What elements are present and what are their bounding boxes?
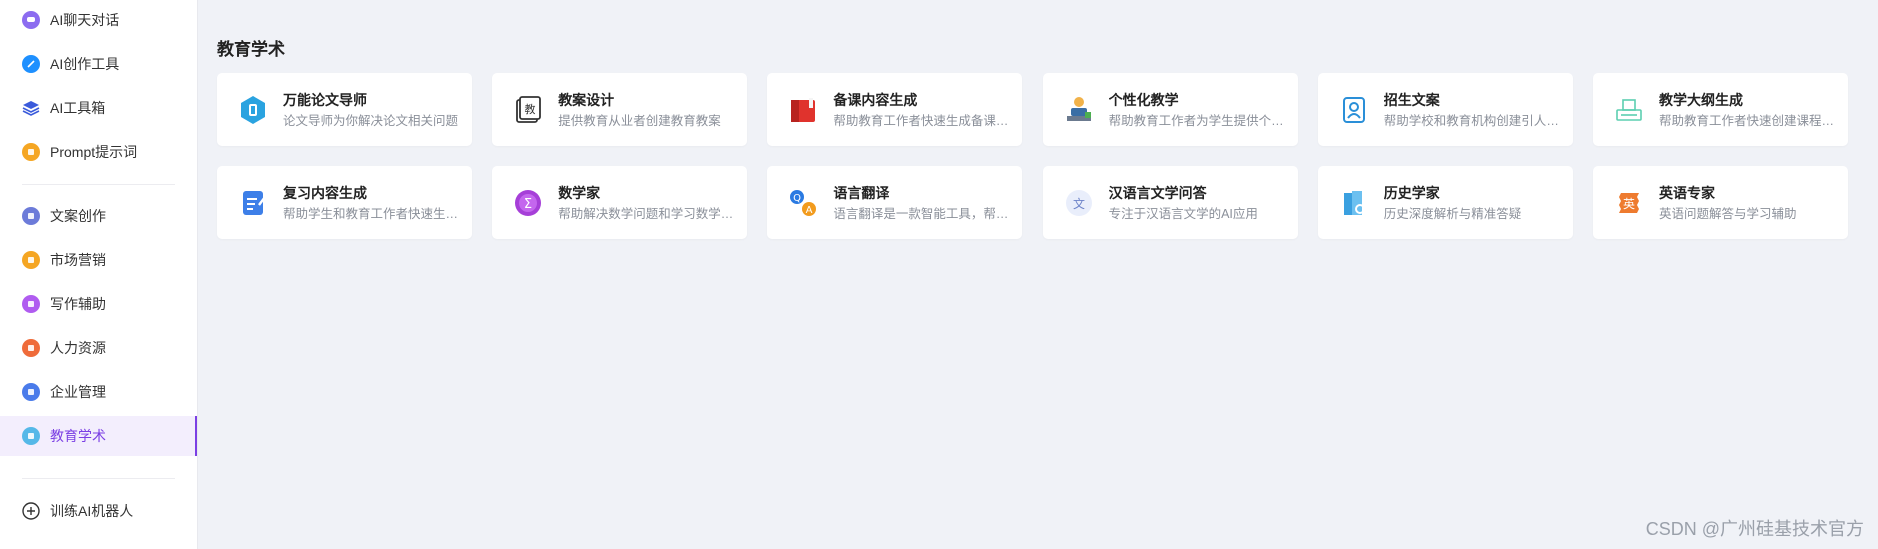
sidebar-divider: [22, 478, 175, 479]
app-card[interactable]: 个性化教学帮助教育工作者为学生提供个性化教学: [1042, 73, 1298, 146]
watermark: CSDN @广州硅基技术官方: [1645, 519, 1864, 539]
svg-text:A: A: [806, 205, 813, 216]
app-card-title: 个性化教学: [1108, 91, 1179, 108]
app-card-description: 语言翻译是一款智能工具，帮助翻译: [833, 206, 1013, 221]
sidebar-item-management[interactable]: 企业管理: [0, 372, 197, 412]
syllabus-icon: [1613, 94, 1645, 126]
app-card[interactable]: QA 语言翻译语言翻译是一款智能工具，帮助翻译: [767, 166, 1023, 239]
review-icon: [237, 187, 269, 219]
sidebar-item-label: 市场营销: [50, 252, 106, 268]
enrollment-icon: [1338, 94, 1370, 126]
app-card-title: 数学家: [558, 184, 601, 201]
sidebar-item-pen[interactable]: AI创作工具: [0, 44, 197, 84]
svg-text:Σ: Σ: [524, 197, 532, 212]
app-card-title: 备课内容生成: [833, 91, 918, 108]
sidebar-item-label: 教育学术: [50, 428, 106, 444]
app-card[interactable]: 万能论文导师论文导师为你解决论文相关问题: [217, 73, 472, 146]
history-icon: [1338, 187, 1370, 219]
sidebar-item-hr[interactable]: 人力资源: [0, 328, 197, 368]
sidebar-divider: [22, 184, 175, 185]
page-title: 教育学术: [217, 40, 285, 59]
lesson-prep-icon: [787, 94, 819, 126]
chinese-literature-icon: 文: [1063, 187, 1095, 219]
sidebar-item-chat[interactable]: AI聊天对话: [0, 0, 197, 40]
app-card-title: 语言翻译: [833, 184, 890, 201]
app-card-description: 论文导师为你解决论文相关问题: [283, 113, 459, 128]
sidebar-item-prompt[interactable]: Prompt提示词: [0, 132, 197, 172]
app-card-description: 帮助教育工作者快速创建课程大纲: [1659, 113, 1839, 128]
sidebar-item-education[interactable]: 教育学术: [0, 416, 197, 456]
writing-icon: [22, 295, 40, 313]
sidebar-item-label: AI创作工具: [50, 56, 120, 72]
app-card[interactable]: 文 汉语言文学问答专注于汉语言文学的AI应用: [1042, 166, 1298, 239]
app-card[interactable]: 备课内容生成帮助教育工作者快速生成备课内容: [767, 73, 1023, 146]
sidebar: AI聊天对话 AI创作工具 AI工具箱 Prompt提示词 文案创作市场营销写作辅助人…: [0, 0, 198, 549]
thesis-icon: [237, 94, 269, 126]
app-card-description: 提供教育从业者创建教育教案: [558, 113, 721, 128]
math-icon: Σ: [512, 187, 544, 219]
app-card-description: 专注于汉语言文学的AI应用: [1108, 206, 1258, 221]
sidebar-item-label: 企业管理: [50, 384, 106, 400]
chat-icon: [22, 11, 40, 29]
sidebar-item-label: 人力资源: [50, 340, 106, 356]
prompt-icon: [22, 143, 40, 161]
app-card[interactable]: 教 教案设计提供教育从业者创建教育教案: [492, 73, 748, 146]
sidebar-item-label: AI工具箱: [50, 100, 106, 116]
svg-text:Q: Q: [793, 193, 801, 204]
app-card-description: 历史深度解析与精准答疑: [1383, 206, 1522, 221]
app-card[interactable]: 教学大纲生成帮助教育工作者快速创建课程大纲: [1593, 73, 1848, 146]
app-card-title: 英语专家: [1659, 184, 1715, 201]
sidebar-item-label: AI聊天对话: [50, 12, 120, 28]
plus-circle-icon: [22, 502, 40, 520]
app-card-title: 历史学家: [1383, 184, 1440, 201]
app-card-description: 帮助教育工作者快速生成备课内容: [833, 113, 1014, 128]
education-icon: [22, 427, 40, 445]
train-ai-robot-button[interactable]: 训练AI机器人: [0, 491, 197, 531]
app-card-title: 复习内容生成: [283, 184, 367, 201]
app-card-description: 英语问题解答与学习辅助: [1659, 206, 1797, 221]
sidebar-item-marketing[interactable]: 市场营销: [0, 240, 197, 280]
app-card-description: 帮助教育工作者为学生提供个性化教学: [1108, 113, 1289, 128]
app-card-title: 汉语言文学问答: [1108, 184, 1207, 201]
management-icon: [22, 383, 40, 401]
app-card-title: 教学大纲生成: [1659, 91, 1743, 108]
translate-icon: QA: [787, 187, 819, 219]
app-card[interactable]: 复习内容生成帮助学生和教育工作者快速生成复习内容: [217, 166, 472, 239]
pen-icon: [22, 55, 40, 73]
copywriting-icon: [22, 207, 40, 225]
app-card[interactable]: 历史学家历史深度解析与精准答疑: [1317, 166, 1573, 239]
app-card-title: 教案设计: [558, 91, 615, 108]
svg-text:英: 英: [1623, 197, 1635, 211]
sidebar-item-label: Prompt提示词: [50, 144, 138, 160]
layers-icon: [22, 99, 40, 117]
app-card-title: 万能论文导师: [283, 91, 367, 108]
sidebar-item-label: 写作辅助: [50, 296, 106, 312]
app-card-title: 招生文案: [1383, 91, 1440, 108]
english-icon: 英: [1613, 187, 1645, 219]
svg-text:教: 教: [525, 103, 536, 116]
sidebar-item-copywriting[interactable]: 文案创作: [0, 196, 197, 236]
sidebar-item-writing[interactable]: 写作辅助: [0, 284, 197, 324]
train-ai-robot-label: 训练AI机器人: [50, 503, 134, 519]
app-card[interactable]: 招生文案帮助学校和教育机构创建引人注目的招生文案: [1317, 73, 1573, 146]
app-card-description: 帮助学校和教育机构创建引人注目的招生文案: [1383, 113, 1564, 128]
app-card[interactable]: Σ 数学家帮助解决数学问题和学习数学知识: [492, 166, 748, 239]
app-card-description: 帮助学生和教育工作者快速生成复习内容: [283, 206, 463, 221]
hr-icon: [22, 339, 40, 357]
lesson-plan-icon: 教: [512, 94, 544, 126]
svg-text:文: 文: [1073, 196, 1085, 211]
marketing-icon: [22, 251, 40, 269]
personalized-teaching-icon: [1063, 94, 1095, 126]
sidebar-item-label: 文案创作: [50, 208, 106, 224]
app-card-description: 帮助解决数学问题和学习数学知识: [558, 206, 739, 221]
app-card[interactable]: 英 英语专家英语问题解答与学习辅助: [1593, 166, 1848, 239]
sidebar-item-layers[interactable]: AI工具箱: [0, 88, 197, 128]
